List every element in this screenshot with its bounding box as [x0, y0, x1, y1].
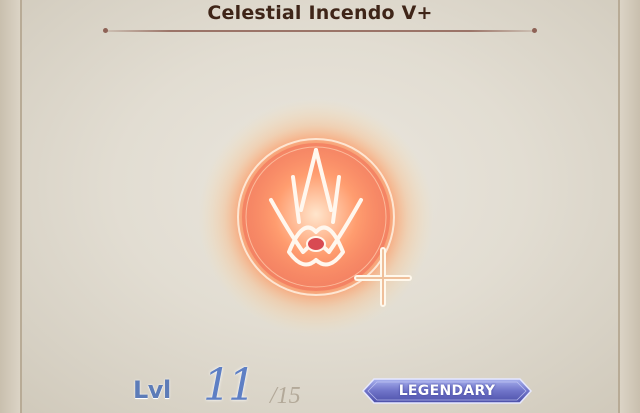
- skill-detail-panel: Celestial Incendo V+ Lvl 11 /15 LEGENDAR…: [0, 0, 640, 413]
- level-max: /15: [270, 383, 301, 409]
- panel-left-border: [0, 0, 22, 413]
- panel-right-border: [618, 0, 640, 413]
- level-label: Lvl: [133, 376, 171, 404]
- title-divider: [103, 28, 537, 33]
- level-current: 11: [203, 360, 256, 411]
- fire-sigil-plus-icon: [191, 92, 441, 342]
- skill-title: Celestial Incendo V+: [207, 2, 433, 24]
- rarity-label: LEGENDARY: [398, 383, 496, 399]
- rarity-badge: LEGENDARY: [362, 378, 532, 404]
- level-row: Lvl 11 /15 LEGENDARY: [0, 358, 640, 413]
